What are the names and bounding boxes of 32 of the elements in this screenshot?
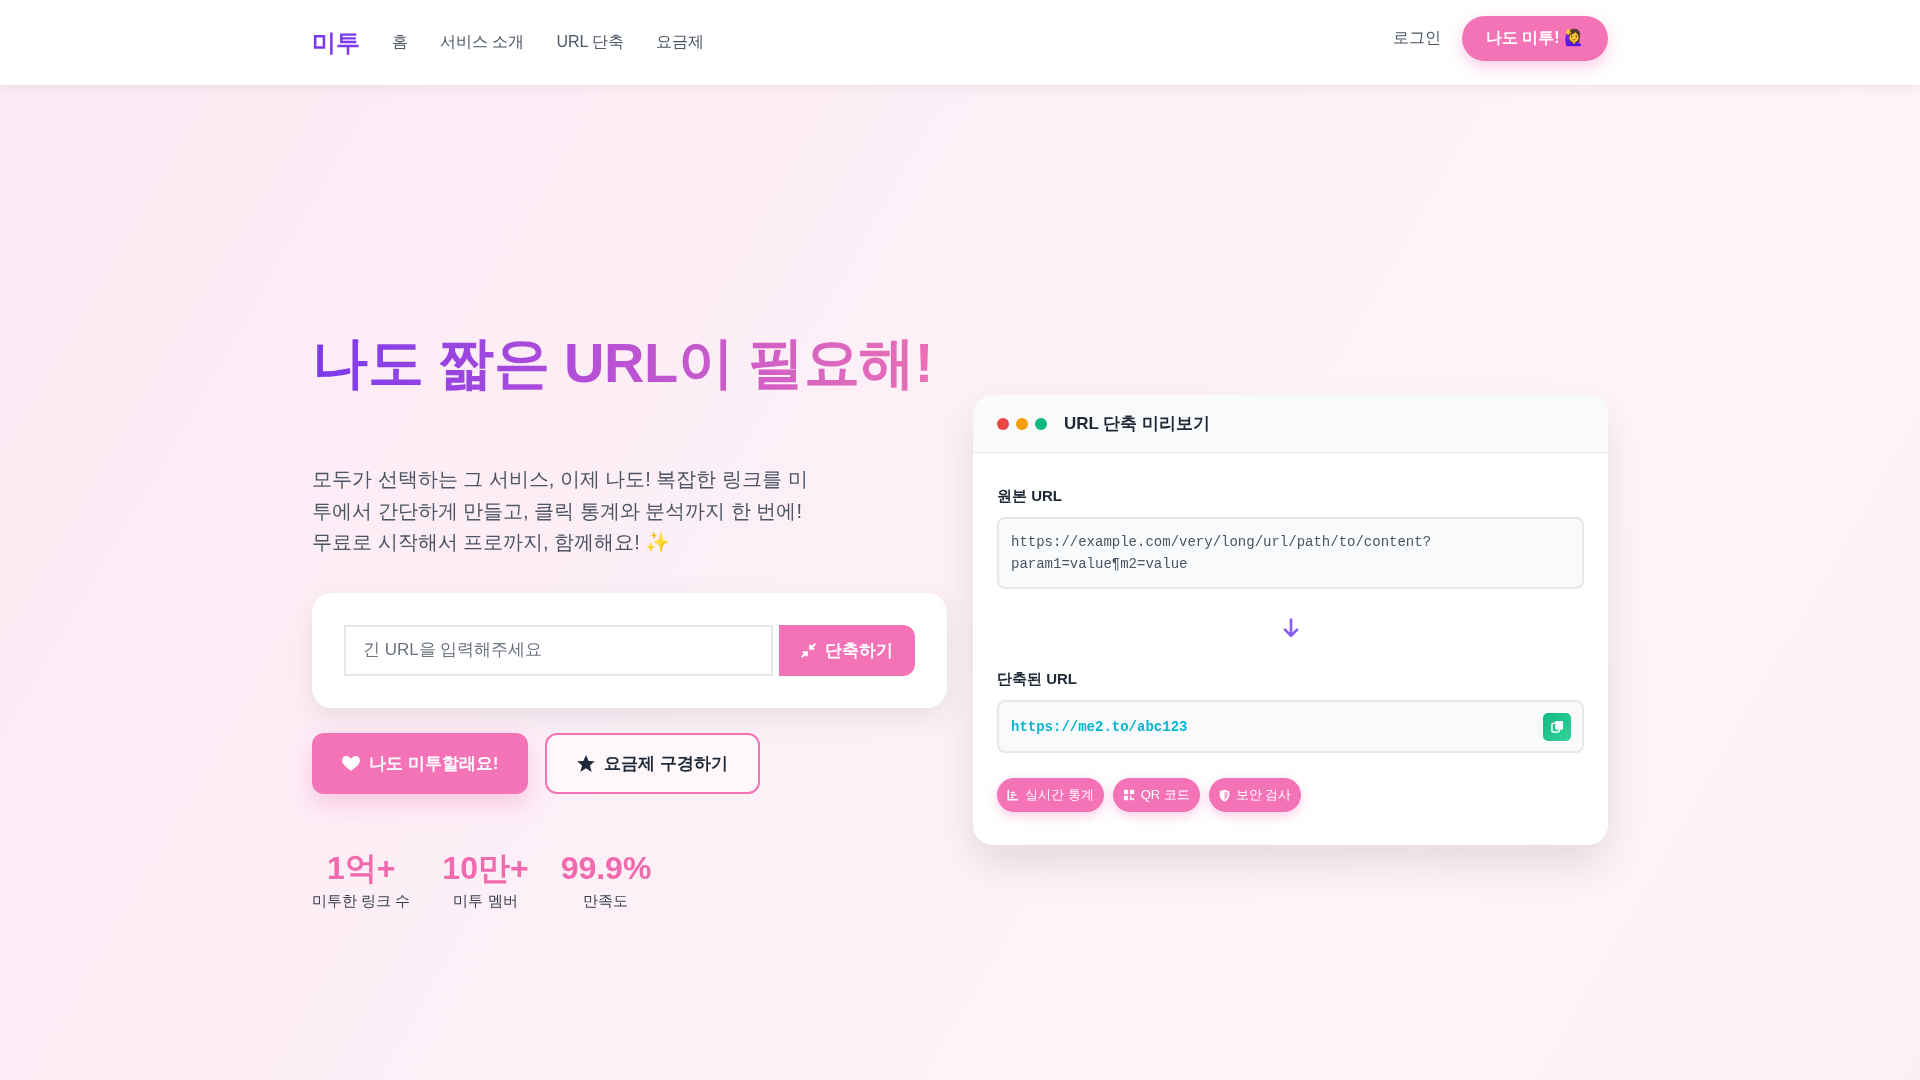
- short-url-text: https://me2.to/abc123: [1011, 719, 1188, 735]
- copy-icon: [1550, 720, 1564, 734]
- stat-value: 99.9%: [560, 848, 652, 888]
- url-input[interactable]: 긴 URL을 입력해주세요: [344, 624, 773, 676]
- login-link[interactable]: 로그인: [1392, 28, 1441, 49]
- qr-code-icon: [1122, 789, 1135, 802]
- stat-label: 만족도: [583, 891, 629, 912]
- original-url-field: https://example.com/very/long/url/path/to/content?param1=value¶m2=value: [997, 517, 1584, 590]
- star-icon: [577, 754, 596, 772]
- logo[interactable]: 미투: [312, 26, 360, 59]
- feature-badge: QR 코드: [1112, 778, 1200, 813]
- shield-icon: [1218, 789, 1230, 802]
- stat-label: 미투 멤버: [453, 891, 518, 912]
- stat-value: 1억+: [326, 848, 396, 888]
- heart-icon: [342, 755, 360, 772]
- field-label: 원본 URL: [997, 486, 1062, 507]
- nav-link[interactable]: URL 단축: [556, 32, 625, 53]
- nav-link[interactable]: 홈: [392, 32, 408, 53]
- bar-chart-icon: [1007, 789, 1019, 802]
- preview-title: URL 단축 미리보기: [1064, 413, 1211, 436]
- nav-link[interactable]: 서비스 소개: [440, 32, 525, 53]
- copy-button[interactable]: [1543, 713, 1571, 741]
- arrow-down-icon: [1282, 618, 1299, 639]
- nav-link[interactable]: 요금제: [656, 32, 705, 53]
- feature-badge: 보안 검사: [1208, 778, 1302, 813]
- field-label: 단축된 URL: [997, 669, 1077, 690]
- cta-button[interactable]: 요금제 구경하기: [545, 732, 761, 794]
- feature-badge: 실시간 통계: [997, 778, 1104, 813]
- stat-value: 10만+: [442, 848, 529, 888]
- compress-icon: [801, 642, 816, 658]
- stat-label: 미투한 링크 수: [312, 891, 411, 912]
- hero-description: 모두가 선택하는 그 서비스, 이제 나도! 복잡한 링크를 미투에서 간단하게 만들고, 클릭 통계와 분석까지 한 번에! 무료로 시작해서 프로까지, 함께해요! ✨: [312, 467, 809, 556]
